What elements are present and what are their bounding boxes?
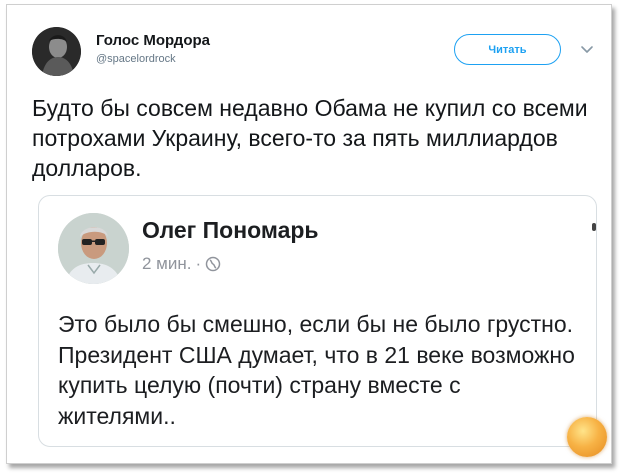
author-avatar[interactable] <box>32 27 81 76</box>
tweet-text: Будто бы совсем недавно Обама не купил с… <box>32 95 588 181</box>
post-options-dot[interactable] <box>592 223 596 231</box>
embedded-post-time[interactable]: 2 мин. <box>142 254 191 274</box>
author-handle[interactable]: @spacelordrock <box>96 53 176 65</box>
embedded-post-meta: 2 мин. · <box>142 254 221 274</box>
chevron-down-icon[interactable] <box>580 42 594 56</box>
embedded-post-avatar[interactable] <box>58 213 129 284</box>
watermark-logo <box>567 417 607 457</box>
embedded-post-card[interactable]: Олег Пономарь 2 мин. · Это было бы смешн… <box>38 195 597 447</box>
globe-icon <box>205 256 221 272</box>
follow-button[interactable]: Читать <box>454 34 561 65</box>
author-name[interactable]: Голос Мордора <box>96 32 210 49</box>
screenshot-frame: Голос Мордора @spacelordrock Читать Будт… <box>6 4 612 464</box>
meta-separator: · <box>195 254 202 273</box>
embedded-post-author-name[interactable]: Олег Пономарь <box>142 217 319 244</box>
embedded-post-text: Это было бы смешно, если бы не было грус… <box>58 311 575 429</box>
